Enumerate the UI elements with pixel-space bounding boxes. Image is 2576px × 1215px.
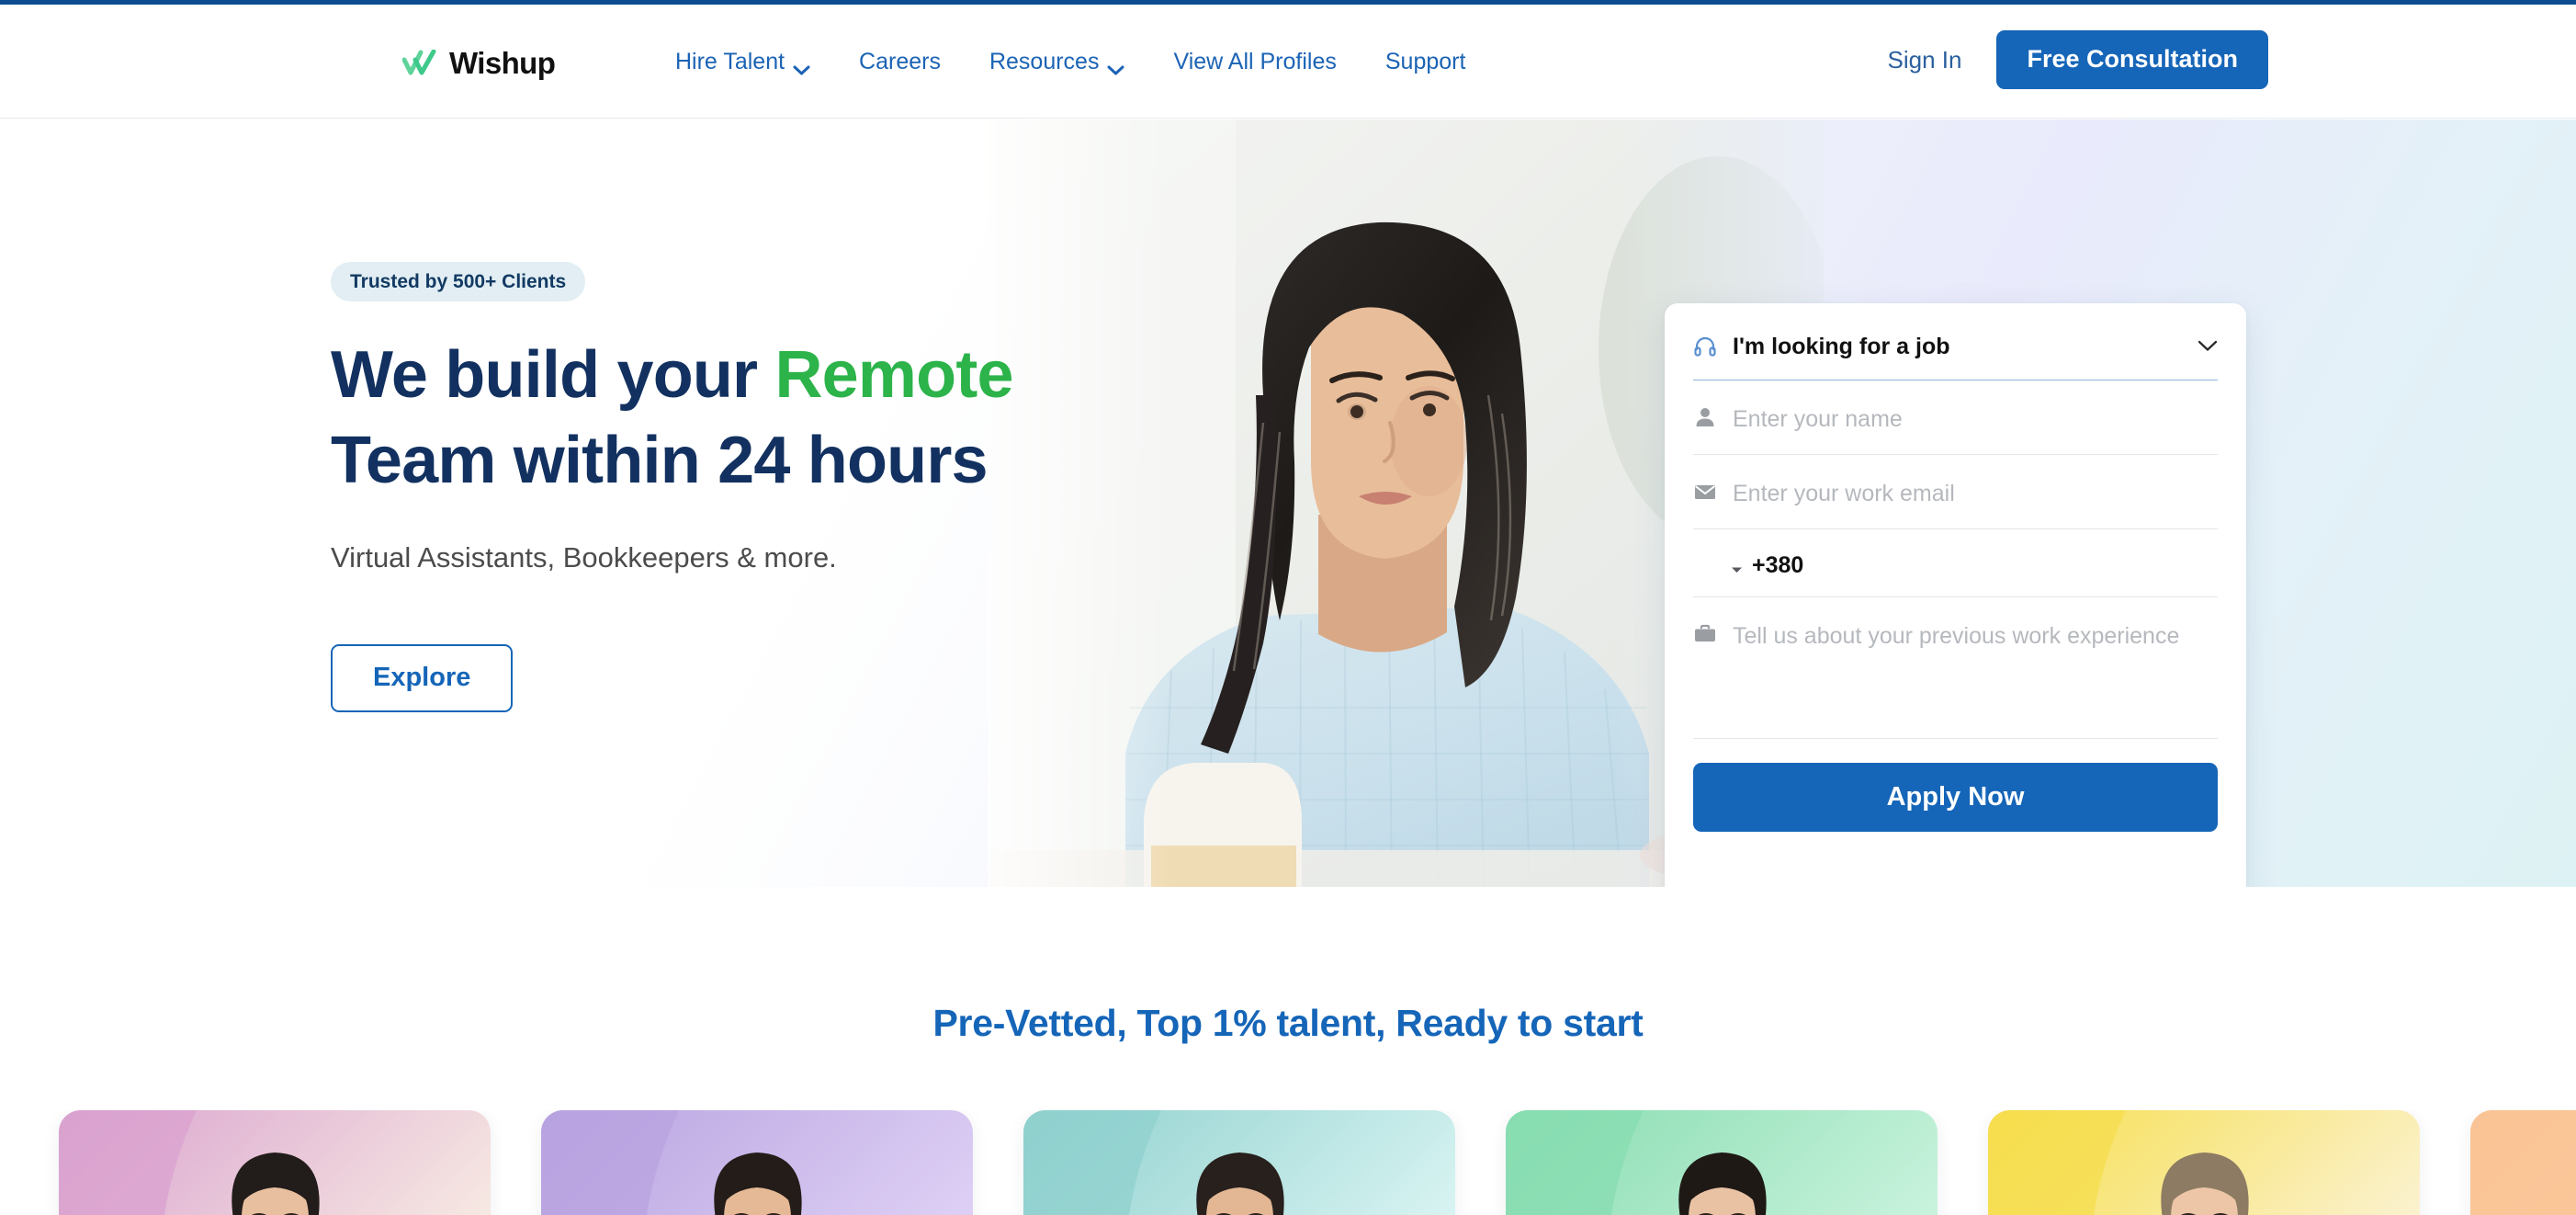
talent-portrait bbox=[1147, 1140, 1331, 1215]
double-check-logo-icon bbox=[401, 49, 441, 77]
chevron-down-icon[interactable] bbox=[2198, 340, 2218, 352]
chevron-down-icon bbox=[1107, 57, 1124, 75]
hero-section: Trusted by 500+ Clients We build your Re… bbox=[0, 119, 2576, 887]
nav-item-support[interactable]: Support bbox=[1385, 45, 1466, 79]
email-field[interactable]: Enter your work email bbox=[1693, 455, 2218, 529]
nav-label: Resources bbox=[989, 49, 1100, 74]
trusted-badge: Trusted by 500+ Clients bbox=[331, 262, 586, 302]
talent-portrait bbox=[2112, 1140, 2296, 1215]
talent-portrait bbox=[183, 1140, 367, 1215]
hero-title-line1-prefix: We build your bbox=[331, 338, 775, 413]
experience-field[interactable]: Tell us about your previous work experie… bbox=[1693, 597, 2218, 739]
headset-icon bbox=[1693, 335, 1717, 358]
nav-item-hire-talent[interactable]: Hire Talent bbox=[675, 45, 810, 79]
phone-dial-code: +380 bbox=[1752, 551, 1804, 578]
name-field-placeholder: Enter your name bbox=[1733, 405, 1903, 432]
talent-portrait bbox=[1630, 1140, 1813, 1215]
phone-field[interactable]: +380 bbox=[1693, 529, 2218, 597]
hero-copy: Trusted by 500+ Clients We build your Re… bbox=[331, 262, 1029, 713]
hero-subtitle: Virtual Assistants, Bookkeepers & more. bbox=[331, 540, 837, 573]
chevron-down-icon bbox=[793, 57, 810, 75]
talent-portrait bbox=[665, 1140, 849, 1215]
talent-card-carousel[interactable] bbox=[0, 1110, 2576, 1215]
role-select[interactable]: I'm looking for a job bbox=[1693, 303, 2218, 380]
main-navigation: Hire Talent Careers Resources View All P… bbox=[675, 45, 1465, 79]
wishup-logo[interactable]: Wishup bbox=[401, 46, 556, 80]
nav-label: View All Profiles bbox=[1173, 49, 1337, 74]
talent-card-3[interactable] bbox=[1023, 1110, 1455, 1215]
briefcase-icon bbox=[1693, 622, 1717, 646]
nav-item-careers[interactable]: Careers bbox=[859, 45, 941, 79]
sign-in-link[interactable]: Sign In bbox=[1884, 39, 1966, 81]
talent-card-6[interactable] bbox=[2470, 1110, 2576, 1215]
explore-button[interactable]: Explore bbox=[331, 644, 514, 713]
job-application-form: I'm looking for a job Enter your name En… bbox=[1665, 303, 2246, 887]
experience-field-placeholder: Tell us about your previous work experie… bbox=[1733, 622, 2180, 649]
name-field[interactable]: Enter your name bbox=[1693, 380, 2218, 455]
nav-item-view-all-profiles[interactable]: View All Profiles bbox=[1173, 45, 1336, 79]
site-header: Wishup Hire Talent Careers Resources Vie… bbox=[0, 5, 2576, 119]
ukraine-flag-icon[interactable] bbox=[1693, 555, 1724, 576]
talent-section-heading: Pre-Vetted, Top 1% talent, Ready to star… bbox=[932, 1002, 1644, 1044]
hero-title-accent: Remote bbox=[774, 338, 1013, 413]
envelope-icon bbox=[1693, 480, 1717, 504]
talent-card-2[interactable] bbox=[541, 1110, 973, 1215]
person-icon bbox=[1693, 405, 1717, 429]
nav-label: Careers bbox=[859, 49, 941, 74]
free-consultation-button[interactable]: Free Consultation bbox=[1996, 30, 2268, 89]
header-actions: Sign In Free Consultation bbox=[1884, 30, 2268, 89]
nav-label: Hire Talent bbox=[675, 49, 785, 74]
email-field-placeholder: Enter your work email bbox=[1733, 480, 1955, 506]
page-title: We build your Remote Team within 24 hour… bbox=[331, 333, 1029, 504]
card-background bbox=[2470, 1110, 2576, 1215]
wishup-logo-text: Wishup bbox=[449, 46, 556, 80]
apply-now-button[interactable]: Apply Now bbox=[1693, 762, 2218, 833]
hero-title-line2: Team within 24 hours bbox=[331, 423, 989, 497]
talent-card-4[interactable] bbox=[1506, 1110, 1938, 1215]
role-select-value: I'm looking for a job bbox=[1733, 334, 1950, 359]
talent-card-1[interactable] bbox=[59, 1110, 491, 1215]
nav-label: Support bbox=[1384, 49, 1466, 74]
caret-down-icon[interactable] bbox=[1731, 562, 1743, 573]
talent-card-5[interactable] bbox=[1988, 1110, 2420, 1215]
nav-item-resources[interactable]: Resources bbox=[989, 45, 1125, 79]
